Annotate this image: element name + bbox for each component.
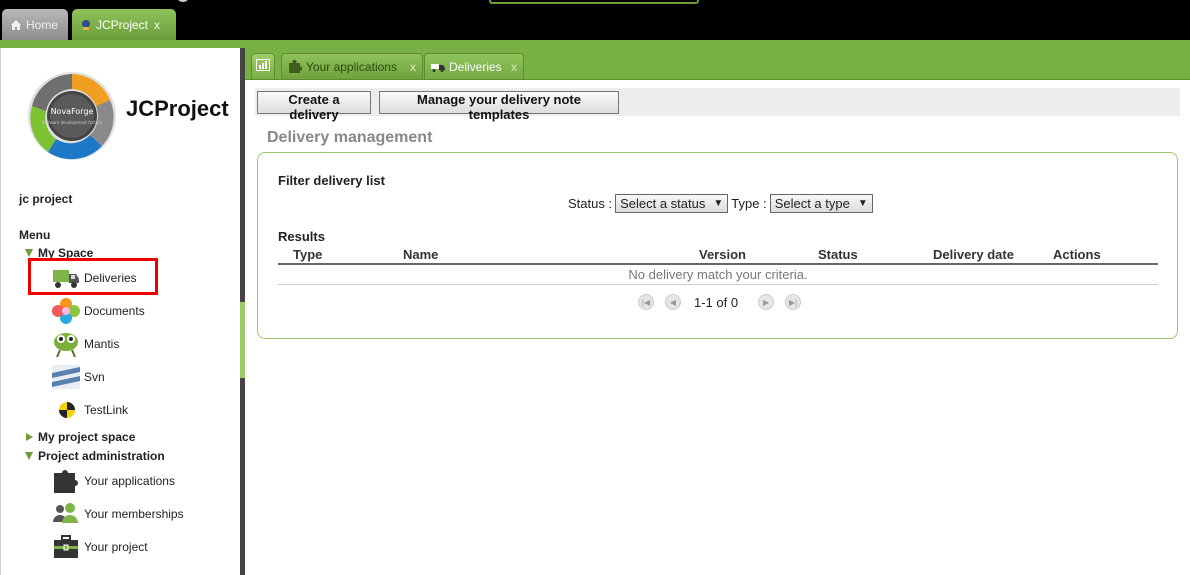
tab-home[interactable]: Home — [2, 9, 68, 40]
sidebar-item-label: Svn — [84, 370, 105, 384]
sidebar-item-label: Documents — [84, 304, 145, 318]
delivery-panel: Filter delivery list Status : Select a s… — [257, 152, 1178, 339]
tab-jcproject-label: JCProject — [96, 17, 149, 32]
briefcase-icon — [51, 533, 81, 561]
top-bar: Home JCProject x — [0, 0, 1190, 40]
column-header-version[interactable]: Version — [699, 247, 746, 262]
petals-icon — [51, 297, 81, 325]
filter-title: Filter delivery list — [278, 173, 385, 188]
type-filter-label: Type : — [731, 196, 767, 211]
tree-my-project-space-label: My project space — [38, 430, 136, 444]
create-delivery-button[interactable]: Create a delivery — [257, 91, 371, 122]
sidebar-item-label: Your memberships — [84, 507, 184, 521]
puzzle-icon — [288, 59, 302, 74]
sidebar-item-label: Your project — [84, 540, 148, 554]
empty-message: No delivery match your criteria. — [278, 265, 1158, 285]
column-header-name[interactable]: Name — [403, 247, 438, 262]
decorative-arc — [176, 0, 190, 2]
tab-your-applications[interactable]: Your applications x — [281, 53, 423, 80]
manage-templates-button[interactable]: Manage your delivery note templates — [379, 91, 619, 122]
column-header-delivery-date[interactable]: Delivery date — [933, 247, 1014, 262]
pager: |◀ ◀ 1-1 of 0 ▶ ▶| — [638, 294, 812, 310]
project-title: JCProject — [126, 96, 229, 121]
svn-icon — [51, 363, 81, 391]
mantis-icon — [51, 330, 81, 358]
page-title: Delivery management — [267, 129, 433, 146]
next-page-icon[interactable]: ▶ — [758, 294, 775, 310]
project-icon — [80, 19, 92, 31]
tab-home-label: Home — [26, 17, 59, 32]
sidebar-item-svn[interactable]: Svn — [51, 363, 105, 391]
column-header-type[interactable]: Type — [293, 247, 322, 262]
results-title: Results — [278, 229, 325, 244]
tab-your-applications-label: Your applications — [306, 59, 397, 74]
home-icon — [10, 19, 22, 31]
tree-my-project-space[interactable]: My project space — [25, 430, 135, 444]
close-icon[interactable]: x — [410, 60, 416, 74]
project-subtitle: jc project — [19, 192, 73, 206]
sidebar: NovaForge Software development factory J… — [0, 48, 240, 575]
status-select-value: Select a status — [620, 196, 706, 211]
highlight-annotation-box — [28, 258, 158, 295]
sidebar-item-testlink[interactable]: TestLink — [51, 396, 128, 424]
truck-icon — [431, 62, 445, 72]
menu-label: Menu — [19, 228, 51, 242]
main-content: Your applications x Deliveries x Create … — [245, 48, 1190, 575]
logo-sub-text: Software development factory — [42, 120, 103, 125]
sidebar-item-label: Your applications — [84, 474, 175, 488]
column-header-actions: Actions — [1053, 247, 1101, 262]
dropdown-arrow-icon: ▼ — [857, 198, 868, 209]
dropdown-arrow-icon: ▼ — [713, 198, 724, 209]
tree-project-administration[interactable]: Project administration — [25, 449, 165, 463]
tab-dashboard[interactable] — [251, 53, 275, 80]
tab-jcproject[interactable]: JCProject x — [72, 9, 176, 40]
expand-down-icon — [25, 452, 33, 460]
type-select-value: Select a type — [774, 196, 850, 211]
tree-project-administration-label: Project administration — [38, 449, 165, 463]
sidebar-item-documents[interactable]: Documents — [51, 297, 145, 325]
close-icon[interactable]: x — [154, 18, 160, 32]
expand-right-icon — [26, 433, 33, 441]
main-tab-bar: Your applications x Deliveries x — [245, 48, 1190, 80]
status-select[interactable]: Select a status ▼ — [615, 194, 729, 213]
chart-icon — [256, 59, 270, 74]
top-search-frame — [489, 0, 699, 4]
sidebar-item-your-memberships[interactable]: Your memberships — [51, 500, 184, 528]
tab-deliveries-label: Deliveries — [449, 59, 502, 74]
column-header-status[interactable]: Status — [818, 247, 858, 262]
novaforge-logo: NovaForge Software development factory — [26, 70, 118, 162]
pager-text: 1-1 of 0 — [694, 294, 739, 310]
sidebar-item-your-applications[interactable]: Your applications — [51, 467, 175, 495]
tab-deliveries[interactable]: Deliveries x — [424, 53, 524, 80]
sidebar-item-label: TestLink — [84, 403, 129, 417]
last-page-icon[interactable]: ▶| — [785, 294, 802, 310]
people-icon — [51, 500, 81, 528]
prev-page-icon[interactable]: ◀ — [665, 294, 681, 310]
header-green-strip — [0, 40, 1190, 48]
filter-row: Status : Select a status ▼ Type : Select… — [568, 194, 876, 213]
first-page-icon[interactable]: |◀ — [638, 294, 654, 310]
close-icon[interactable]: x — [511, 60, 517, 74]
results-table: Type Name Version Status Delivery date A… — [278, 245, 1158, 285]
sidebar-item-your-project[interactable]: Your project — [51, 533, 148, 561]
testlink-icon — [51, 396, 81, 424]
sidebar-item-label: Mantis — [84, 337, 120, 351]
expand-down-icon — [25, 249, 33, 257]
toolbar: Create a delivery Manage your delivery n… — [255, 88, 1180, 122]
logo-center-text: NovaForge — [51, 107, 94, 116]
status-filter-label: Status : — [568, 196, 613, 211]
table-header: Type Name Version Status Delivery date A… — [278, 245, 1158, 265]
sidebar-item-mantis[interactable]: Mantis — [51, 330, 119, 358]
puzzle-icon — [51, 467, 81, 495]
type-select[interactable]: Select a type ▼ — [769, 194, 873, 213]
